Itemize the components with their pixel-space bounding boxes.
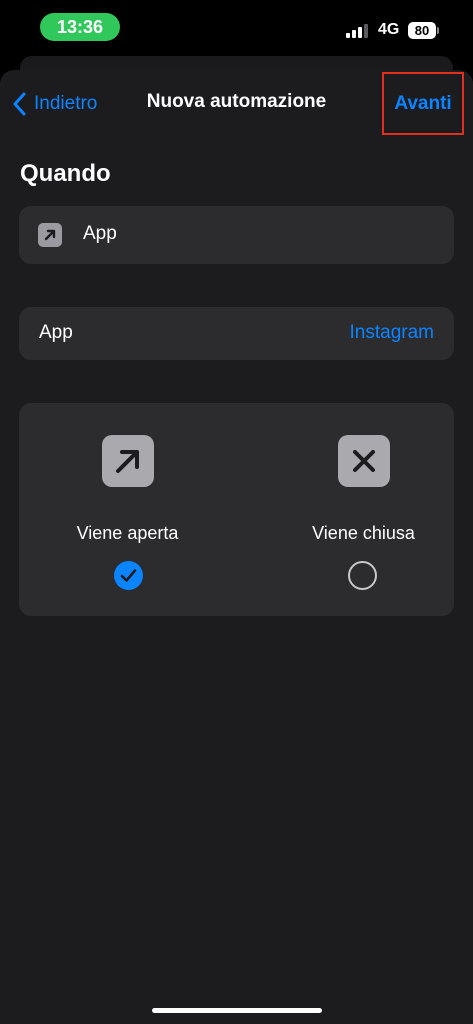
navigation-bar: Indietro Nuova automazione Avanti (0, 70, 473, 136)
status-bar: 13:36 4G 80 (0, 0, 473, 56)
option-closed-label: Viene chiusa (312, 523, 415, 543)
xmark-icon (338, 435, 390, 487)
option-opened-label: Viene aperta (76, 523, 179, 543)
checkmark-selected-icon[interactable] (114, 561, 143, 590)
app-selector-row[interactable]: App Instagram (19, 307, 454, 360)
option-opened[interactable]: Viene aperta (19, 403, 236, 616)
app-row-value[interactable]: Instagram (350, 322, 434, 344)
app-row-label: App (39, 322, 73, 343)
section-title: Quando (20, 160, 111, 187)
next-button[interactable]: Avanti (382, 72, 464, 135)
trigger-options: Viene aperta Viene chiusa (19, 403, 454, 616)
trigger-label: App (83, 223, 117, 244)
option-closed[interactable]: Viene chiusa (236, 403, 453, 616)
trigger-row[interactable]: App (19, 206, 454, 264)
network-type: 4G (378, 21, 400, 38)
arrow-up-right-square-icon (38, 223, 62, 247)
status-time[interactable]: 13:36 (40, 13, 120, 41)
home-indicator[interactable] (152, 1008, 322, 1013)
automation-sheet: Indietro Nuova automazione Avanti Quando… (0, 70, 473, 1024)
battery-tip (437, 27, 439, 34)
radio-unselected-icon[interactable] (348, 561, 377, 590)
signal-icon (346, 22, 372, 38)
arrow-up-right-icon (102, 435, 154, 487)
battery-icon: 80 (408, 22, 436, 39)
